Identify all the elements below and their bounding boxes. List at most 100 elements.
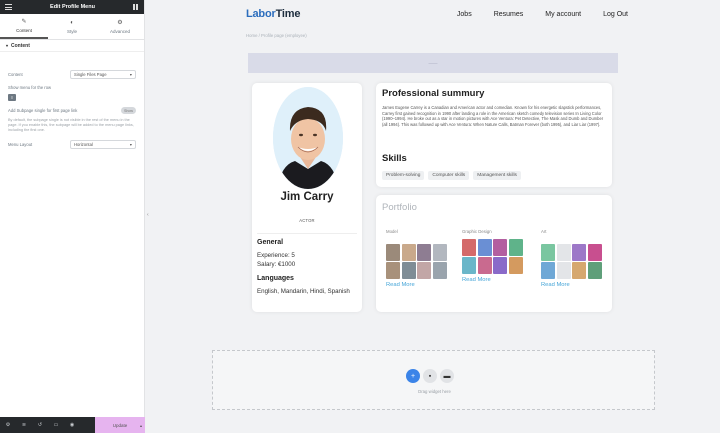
read-more-link[interactable]: Read More [462, 277, 523, 283]
drop-zone-text: Drag widget here [418, 389, 451, 394]
responsive-icon[interactable]: ▭ [48, 422, 64, 428]
section-header-content[interactable]: ▾ Content [0, 40, 144, 52]
nav-resumes[interactable]: Resumes [494, 11, 524, 18]
chevron-down-icon: ▾ [129, 142, 132, 147]
portfolio-thumb[interactable] [477, 257, 492, 274]
portfolio-thumb[interactable] [386, 262, 400, 279]
read-more-link[interactable]: Read More [386, 282, 447, 288]
site-canvas: LaborTime Jobs Resumes My account Log Ou… [228, 0, 638, 330]
portfolio-title: Portfolio [382, 202, 417, 213]
editor-panel: Edit Profile Menu ✎ Content ◐ Style ⚙ Ad… [0, 0, 145, 433]
menu-icon[interactable]: ≡ [8, 94, 16, 101]
portfolio-thumb[interactable] [417, 262, 431, 279]
tab-label: Content [16, 27, 32, 33]
menu-layout-control: Menu Layout Horizontal ▾ [0, 140, 144, 149]
portfolio-thumbnails [541, 243, 602, 279]
update-label: Update [112, 422, 128, 428]
read-more-link[interactable]: Read More [541, 282, 602, 288]
portfolio-thumb[interactable] [386, 243, 400, 261]
widget-drop-zone[interactable]: + ▪ ▬ Drag widget here [212, 350, 655, 410]
skill-tag: Computer skills [428, 171, 470, 180]
logo-labor: Labor [246, 8, 276, 20]
show-menu-label: Show menu for the row [8, 85, 52, 90]
tab-label: Style [66, 28, 77, 34]
nav-my-account[interactable]: My account [545, 11, 581, 18]
skill-tag: Management skills [473, 171, 521, 180]
portfolio-item-graphic-design: Graphic Design Read More [462, 229, 523, 283]
skills-title: Skills [382, 153, 407, 164]
menu-layout-value: Horizontal [74, 142, 93, 147]
portfolio-thumb[interactable] [508, 257, 523, 274]
portfolio-thumb[interactable] [556, 262, 571, 279]
add-template-button[interactable]: ▪ [423, 369, 437, 383]
portfolio-thumb[interactable] [508, 238, 523, 256]
portfolio-thumb[interactable] [493, 257, 507, 274]
profile-name: Jim Carry [280, 191, 334, 203]
portfolio-thumb[interactable] [572, 262, 586, 279]
summary-text: James Eugene Carrey is a Canadian and Am… [382, 105, 604, 127]
profile-tab-bar[interactable]: —— [248, 53, 618, 73]
update-button[interactable]: Update ▴ [95, 417, 145, 433]
nav-jobs[interactable]: Jobs [457, 11, 472, 18]
pencil-icon: ✎ [21, 18, 27, 25]
add-subpage-label: Add Subpage single for first page link [8, 108, 78, 113]
folder-icon[interactable]: ▬ [440, 369, 454, 383]
chevron-up-icon[interactable]: ▴ [140, 423, 142, 428]
portfolio-thumb[interactable] [432, 262, 447, 279]
portfolio-thumb[interactable] [462, 238, 476, 256]
add-subpage-toggle[interactable]: Show [121, 107, 136, 114]
portfolio-thumb[interactable] [417, 243, 431, 261]
preview-icon[interactable]: ◉ [64, 422, 80, 428]
add-section-button[interactable]: + [406, 369, 420, 383]
settings-icon[interactable]: ⚙ [0, 422, 16, 428]
portfolio-thumb[interactable] [477, 238, 492, 256]
portfolio-thumb[interactable] [432, 243, 447, 261]
portfolio-thumb[interactable] [462, 257, 476, 274]
tab-style[interactable]: ◐ Style [48, 14, 96, 39]
subpage-note: By default, the subpage single is not vi… [8, 118, 134, 132]
summary-title: Professional summury [382, 88, 485, 99]
show-menu-control: Show menu for the row [0, 85, 144, 90]
portfolio-thumbnails [386, 243, 447, 279]
portfolio-thumb[interactable] [493, 238, 507, 256]
layers-icon[interactable]: ≋ [16, 422, 32, 428]
content-select[interactable]: Single Files Page ▾ [70, 70, 136, 79]
portfolio-label: Graphic Design [462, 229, 492, 234]
history-icon[interactable]: ↺ [32, 422, 48, 428]
portfolio-thumb[interactable] [541, 243, 555, 261]
portfolio-thumb[interactable] [587, 262, 602, 279]
menu-layout-select[interactable]: Horizontal ▾ [70, 140, 136, 149]
tab-label: Advanced [109, 28, 130, 34]
show-menu-row: ≡ [0, 94, 144, 101]
grid-icon[interactable] [132, 4, 139, 10]
half-circle-icon: ◐ [70, 19, 74, 26]
site-logo[interactable]: LaborTime [246, 8, 300, 20]
languages-heading: Languages [257, 275, 294, 282]
portfolio-thumb[interactable] [541, 262, 555, 279]
experience-text: Experience: 5 [257, 252, 295, 259]
content-label: Content [8, 72, 23, 77]
skills-list: Problem-solving Computer skills Manageme… [382, 171, 521, 180]
gear-icon: ⚙ [117, 19, 123, 26]
tab-content[interactable]: ✎ Content [0, 14, 48, 39]
general-heading: General [257, 239, 284, 246]
breadcrumb[interactable]: Home / Profile page (employee) [246, 33, 307, 38]
hamburger-icon[interactable] [5, 4, 12, 10]
chevron-down-icon: ▾ [129, 72, 132, 77]
nav-log-out[interactable]: Log Out [603, 11, 628, 18]
menu-layout-label: Menu Layout [8, 142, 33, 147]
profile-role: ACTOR [299, 218, 315, 223]
panel-title: Edit Profile Menu [50, 4, 95, 10]
panel-header: Edit Profile Menu [0, 0, 144, 14]
portfolio-thumb[interactable] [401, 243, 416, 261]
panel-collapse-icon[interactable]: ‹ [147, 212, 151, 220]
portfolio-thumb[interactable] [556, 243, 571, 261]
portfolio-item-model: Model Read More [386, 229, 447, 288]
portfolio-thumb[interactable] [572, 243, 586, 261]
portfolio-thumb[interactable] [401, 262, 416, 279]
caret-down-icon: ▾ [6, 43, 9, 48]
add-subpage-control: Add Subpage single for first page link S… [0, 107, 144, 114]
portfolio-thumbnails [462, 238, 523, 274]
tab-advanced[interactable]: ⚙ Advanced [96, 14, 144, 39]
portfolio-thumb[interactable] [587, 243, 602, 261]
